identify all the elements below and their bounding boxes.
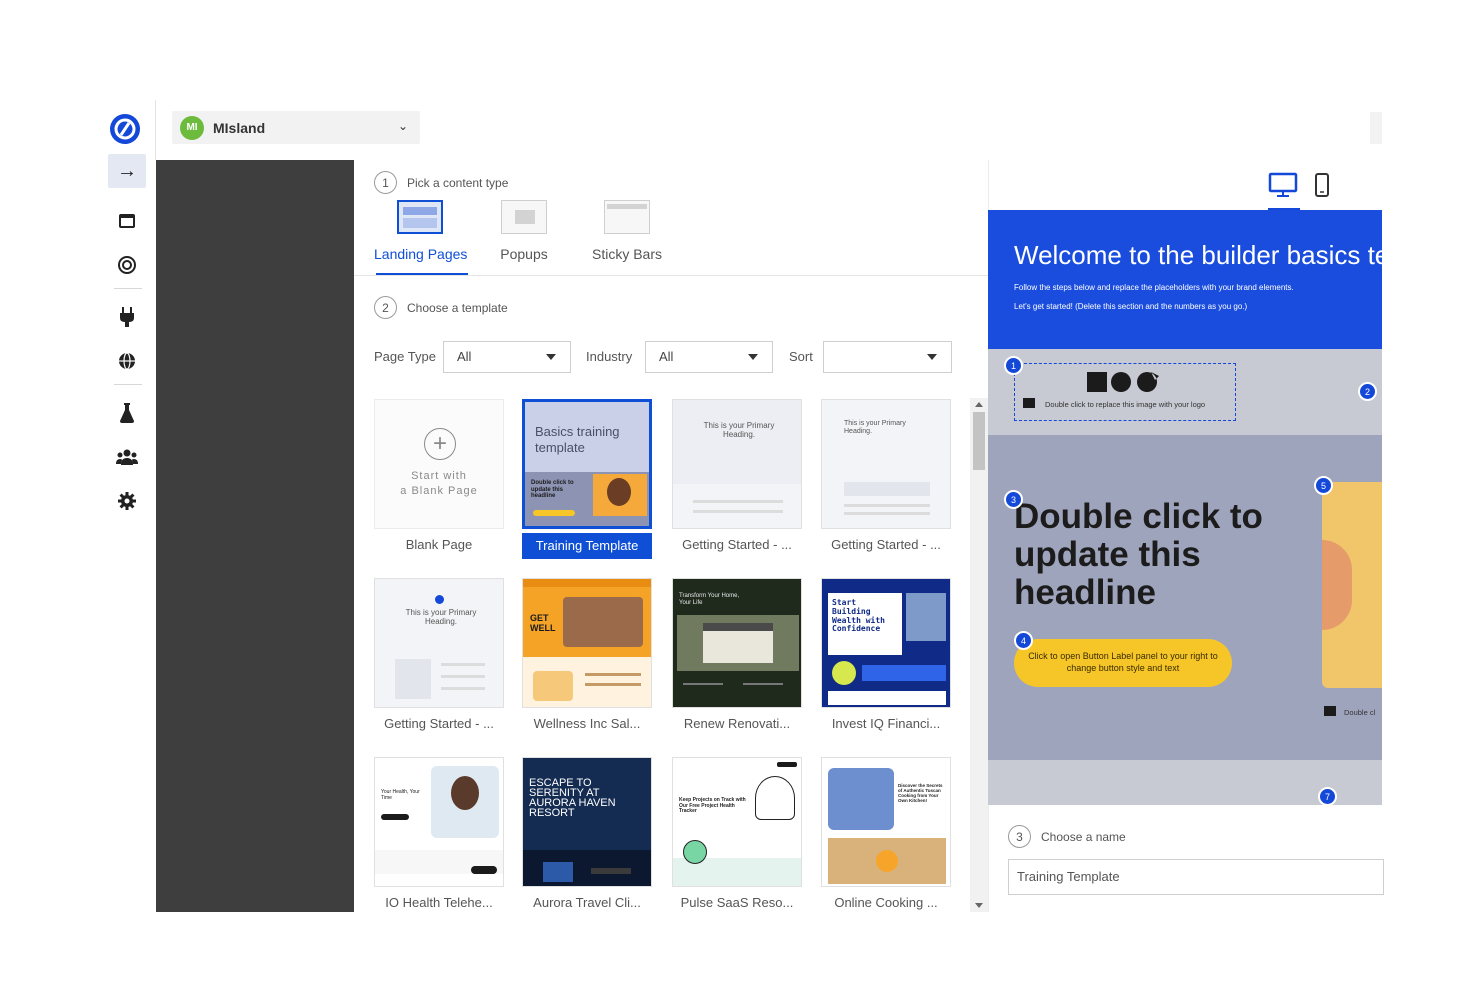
content-type-sticky-bars[interactable]: Sticky Bars (580, 200, 674, 262)
plus-circle-icon: + (424, 428, 456, 460)
popup-icon (501, 200, 547, 234)
step-badge: 3 (1004, 490, 1023, 509)
desktop-icon (1268, 172, 1298, 197)
brand-shapes-icon (1087, 372, 1159, 392)
step-label: Choose a name (1041, 829, 1126, 844)
template-name: Getting Started - ... (384, 716, 494, 731)
users-icon[interactable] (108, 440, 146, 474)
step-badge: 1 (1004, 356, 1023, 375)
step-label: Pick a content type (407, 175, 509, 190)
template-name: Renew Renovati... (683, 716, 791, 731)
step-2: 2 Choose a template (374, 296, 508, 319)
arrow-right-icon[interactable]: → (108, 154, 146, 188)
mobile-view-toggle[interactable] (1314, 172, 1332, 200)
play-icon[interactable] (876, 850, 898, 872)
browser-window-icon[interactable] (108, 204, 146, 238)
content-type-label: Landing Pages (374, 246, 468, 262)
step-badge: 2 (1358, 382, 1377, 401)
top-right-control[interactable] (1370, 112, 1382, 144)
template-thumbnail: Transform Your Home, Your Life (672, 578, 802, 708)
flask-icon[interactable] (108, 396, 146, 430)
industry-label: Industry (586, 349, 633, 364)
workspace-name: MIsland (213, 119, 266, 136)
scroll-down-arrow-icon[interactable] (975, 903, 983, 908)
gear-icon[interactable] (108, 484, 146, 518)
content-type-label: Popups (500, 246, 548, 262)
template-thumbnail: This is your Primary Heading. (672, 399, 802, 529)
step-number: 1 (374, 171, 397, 194)
step-badge: 4 (1014, 631, 1033, 650)
template-thumbnail: Discover the Secrets of Authentic Tuscan… (821, 757, 951, 887)
template-thumbnail: Basics training template Double click to… (522, 399, 652, 529)
preview-hero: Welcome to the builder basics tem Follow… (988, 210, 1382, 349)
template-name: Invest IQ Financi... (831, 716, 941, 731)
template-name: Online Cooking ... (834, 895, 938, 910)
landing-page-icon (397, 200, 443, 234)
caret-down-icon (748, 354, 758, 360)
step-number: 3 (1008, 825, 1031, 848)
template-name: Getting Started - ... (831, 537, 941, 552)
content-type-landing-pages[interactable]: Landing Pages (374, 200, 468, 262)
step-1: 1 Pick a content type (374, 171, 508, 194)
target-hand-icon[interactable] (108, 248, 146, 282)
plug-icon[interactable] (108, 300, 146, 334)
template-thumbnail: GET WELL (522, 578, 652, 708)
template-thumbnail: Start Building Wealth with Confidence (821, 578, 951, 708)
template-name: Blank Page (405, 537, 473, 552)
sort-label: Sort (789, 349, 813, 364)
chevron-down-icon: ⌄ (397, 119, 408, 133)
template-name: Getting Started - ... (682, 537, 792, 552)
step-label: Choose a template (407, 300, 508, 315)
logo-icon[interactable] (110, 114, 140, 144)
sticky-bar-icon (604, 200, 650, 234)
template-thumbnail: This is your Primary Heading. (374, 578, 504, 708)
image-icon (1023, 398, 1035, 408)
dark-side-panel (156, 160, 354, 912)
template-thumbnail: This is your Primary Heading. (821, 399, 951, 529)
step-badge: 5 (1314, 476, 1333, 495)
step-number: 2 (374, 296, 397, 319)
page-type-label: Page Type (374, 349, 436, 364)
template-thumbnail: + Start with a Blank Page (374, 399, 504, 529)
template-preview: Welcome to the builder basics tem Follow… (988, 210, 1382, 805)
workspace-selector[interactable]: MI MIsland ⌄ (172, 111, 420, 144)
preview-title: Welcome to the builder basics tem (1014, 240, 1382, 270)
sort-select[interactable] (823, 341, 952, 373)
template-name: Aurora Travel Cli... (533, 895, 641, 910)
page-type-select[interactable]: All (443, 341, 571, 373)
content-type-label: Sticky Bars (591, 246, 662, 262)
template-name: Wellness Inc Sal... (533, 716, 641, 731)
logo-placeholder[interactable]: Double click to replace this image with … (1014, 363, 1236, 421)
content-type-popups[interactable]: Popups (480, 200, 568, 262)
globe-icon[interactable] (108, 344, 146, 378)
left-rail: → (104, 100, 156, 920)
scroll-up-arrow-icon[interactable] (975, 402, 983, 407)
preview-cta-button[interactable]: Click to open Button Label panel to your… (1014, 639, 1232, 687)
template-list-scrollbar[interactable] (970, 398, 988, 912)
template-name: Pulse SaaS Reso... (680, 895, 794, 910)
template-name: IO Health Telehe... (385, 895, 493, 910)
template-thumbnail: ESCAPE TO SERENITY AT AURORA HAVEN RESOR… (522, 757, 652, 887)
industry-select[interactable]: All (645, 341, 773, 373)
workspace-avatar: MI (180, 115, 204, 140)
mobile-icon (1315, 173, 1329, 197)
preview-headline: Double click to update this headline (1014, 497, 1263, 612)
caret-down-icon (546, 354, 556, 360)
step-3: 3 Choose a name (1008, 825, 1126, 848)
page-name-input[interactable]: Training Template (1008, 859, 1384, 895)
template-thumbnail: Keep Projects on Track with Our Free Pro… (672, 757, 802, 887)
caret-down-icon (927, 354, 937, 360)
step-badge: 7 (1318, 787, 1337, 805)
image-icon (1324, 706, 1336, 716)
template-thumbnail: Your Health, Your Time (374, 757, 504, 887)
template-name: Training Template (522, 533, 652, 559)
desktop-view-toggle[interactable] (1268, 172, 1300, 210)
scroll-thumb[interactable] (973, 412, 985, 470)
preview-logo-section: Double click to replace this image with … (988, 349, 1382, 435)
